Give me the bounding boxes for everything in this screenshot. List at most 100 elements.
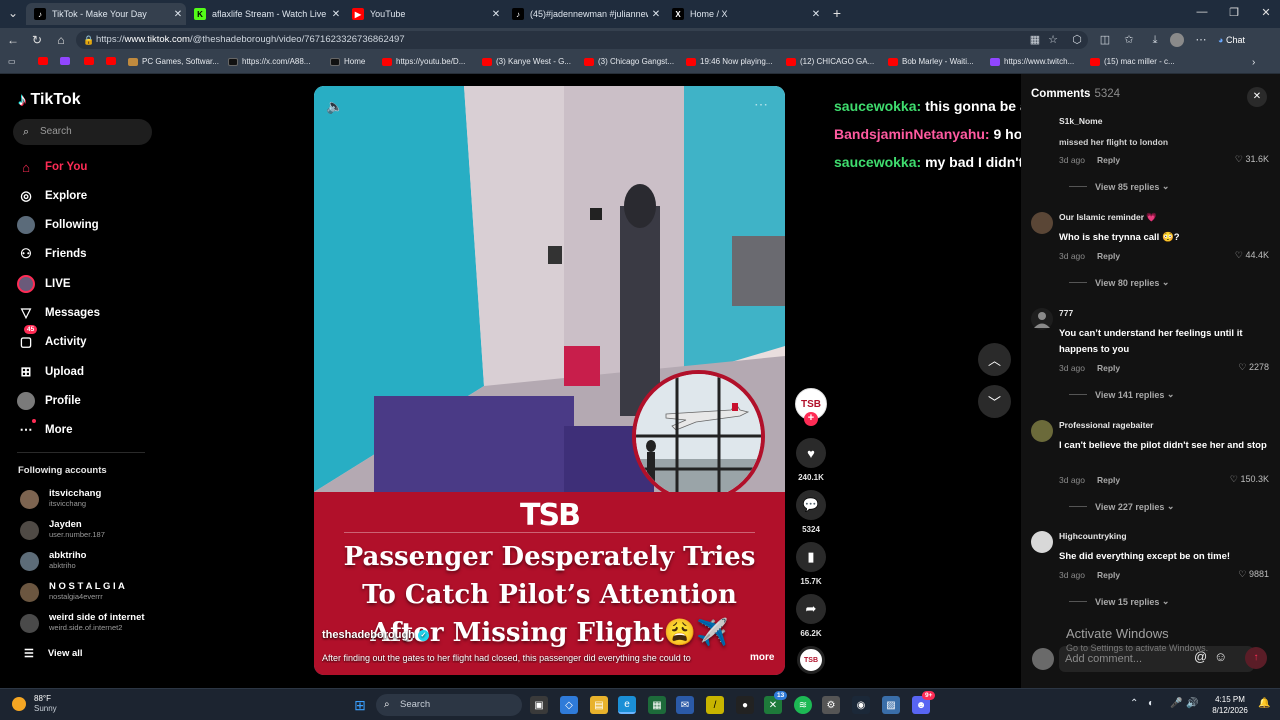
bookmark-item[interactable]: PC Games, Softwar... bbox=[128, 57, 219, 66]
tab-youtube[interactable]: ▶ YouTube ✕ bbox=[344, 3, 504, 25]
clock[interactable]: 4:15 PM 8/12/2026 bbox=[1208, 694, 1252, 716]
file-explorer-icon[interactable]: ▤ bbox=[590, 696, 608, 714]
tab-kick[interactable]: K aflaxlife Stream - Watch Live on Ki ✕ bbox=[186, 3, 344, 25]
view-all-link[interactable]: ☰ View all bbox=[24, 647, 83, 660]
close-tab-icon[interactable]: ✕ bbox=[328, 9, 344, 20]
browser-menu-icon[interactable]: ⋯ bbox=[1194, 33, 1208, 47]
nav-live[interactable]: LIVE bbox=[17, 274, 71, 294]
reply-button[interactable]: Reply bbox=[1097, 570, 1120, 580]
obs-icon[interactable]: ● bbox=[736, 696, 754, 714]
comment-like[interactable]: ♡ 31.6K bbox=[1235, 154, 1269, 165]
comment-like[interactable]: ♡ 2278 bbox=[1238, 362, 1269, 373]
reply-button[interactable]: Reply bbox=[1097, 251, 1120, 261]
task-view-icon[interactable]: ▣ bbox=[530, 696, 548, 714]
avatar[interactable] bbox=[1031, 212, 1053, 234]
nav-explore[interactable]: ◎ Explore bbox=[17, 186, 87, 206]
tiktok-logo[interactable]: ♪ TikTok bbox=[18, 90, 81, 110]
nav-for-you[interactable]: ⌂ For You bbox=[17, 157, 87, 177]
nav-more[interactable]: ⋯ More bbox=[17, 419, 72, 440]
photos-icon[interactable]: ▨ bbox=[882, 696, 900, 714]
nav-activity[interactable]: ▢ 45 Activity bbox=[17, 325, 87, 352]
favorites-icon[interactable]: ✩ bbox=[1122, 33, 1136, 47]
bookmark-item[interactable]: (3) Kanye West - G... bbox=[482, 57, 571, 66]
mail-icon[interactable]: ✉ bbox=[676, 696, 694, 714]
comment-user[interactable]: S1k_Nome bbox=[1059, 116, 1102, 126]
volume-icon[interactable]: 🔊 bbox=[1186, 698, 1198, 709]
xbox-icon[interactable]: ✕ 13 bbox=[764, 691, 788, 714]
video-player[interactable]: 🔈 ⋯ TSB Passenger Desperately Tries To C… bbox=[314, 86, 785, 675]
copilot-chat-button[interactable]: ◕ Chat bbox=[1218, 33, 1268, 47]
nav-profile[interactable]: Profile bbox=[17, 391, 81, 411]
reply-button[interactable]: Reply bbox=[1097, 155, 1120, 165]
close-tab-icon[interactable]: ✕ bbox=[170, 9, 186, 20]
bookmark-item[interactable]: https://youtu.be/D... bbox=[382, 57, 465, 66]
previous-video-button[interactable]: ︿ bbox=[978, 343, 1011, 376]
view-replies[interactable]: View 85 replies ⌄ bbox=[1069, 181, 1169, 192]
more-button[interactable]: more bbox=[750, 652, 774, 663]
edge-icon[interactable]: e bbox=[618, 696, 636, 714]
avatar[interactable] bbox=[1031, 531, 1053, 553]
bookmarks-overflow-icon[interactable]: › bbox=[1252, 57, 1255, 68]
nav-messages[interactable]: ▽ Messages bbox=[17, 303, 100, 323]
app-icon[interactable]: ▦ bbox=[1028, 33, 1042, 47]
home-icon[interactable]: ⌂ bbox=[52, 32, 70, 48]
settings-gear-icon[interactable]: ⚙ bbox=[822, 696, 840, 714]
bookmark-youtube-3[interactable] bbox=[106, 57, 120, 65]
tab-x[interactable]: X Home / X ✕ bbox=[664, 3, 824, 25]
minimize-icon[interactable]: — bbox=[1190, 6, 1214, 18]
split-screen-icon[interactable]: ◫ bbox=[1098, 33, 1112, 47]
bookmark-item[interactable]: (12) CHICAGO GA... bbox=[786, 57, 874, 66]
copilot-icon[interactable]: ◇ bbox=[560, 696, 578, 714]
taskbar-search[interactable]: ⌕ Search bbox=[376, 694, 522, 716]
comment-button[interactable]: 💬 5324 bbox=[796, 490, 826, 534]
comment-like[interactable]: ♡ 150.3K bbox=[1230, 474, 1269, 485]
view-replies[interactable]: View 15 replies ⌄ bbox=[1069, 596, 1169, 607]
bookmark-item[interactable]: (15) mac miller - c... bbox=[1090, 57, 1175, 66]
downloads-icon[interactable]: ⤓ bbox=[1148, 33, 1162, 47]
bookmark-item[interactable]: https://x.com/A88... bbox=[228, 57, 310, 66]
view-replies[interactable]: View 227 replies ⌄ bbox=[1069, 501, 1174, 512]
following-account[interactable]: abktriho abktriho bbox=[20, 549, 86, 573]
close-window-icon[interactable]: ✕ bbox=[1254, 6, 1278, 19]
close-tab-icon[interactable]: ✕ bbox=[648, 9, 664, 20]
store-icon[interactable]: ▦ bbox=[648, 696, 666, 714]
send-button[interactable]: ↑ bbox=[1245, 647, 1267, 669]
maximize-icon[interactable]: ❐ bbox=[1222, 6, 1246, 19]
emoji-icon[interactable]: ☺ bbox=[1214, 649, 1227, 664]
new-tab-icon[interactable]: + bbox=[828, 5, 846, 21]
save-button[interactable]: ▮ 15.7K bbox=[796, 542, 826, 586]
close-tab-icon[interactable]: ✕ bbox=[808, 9, 824, 20]
follow-plus-icon[interactable]: + bbox=[804, 412, 818, 426]
tray-overflow-icon[interactable]: ⌃ bbox=[1130, 698, 1138, 709]
steam-icon[interactable]: ◉ bbox=[852, 696, 870, 714]
notifications-icon[interactable]: 🔔 bbox=[1258, 698, 1270, 709]
following-account[interactable]: itsvicchang itsvicchang bbox=[20, 487, 101, 511]
bookmark-item[interactable]: Bob Marley - Waiti... bbox=[888, 57, 974, 66]
reply-button[interactable]: Reply bbox=[1097, 363, 1120, 373]
following-account[interactable]: N O S T A L G I Anostalgia4everrr bbox=[20, 580, 125, 604]
video-menu-icon[interactable]: ⋯ bbox=[754, 96, 768, 113]
volume-icon[interactable]: 🔈 bbox=[326, 98, 343, 115]
next-video-button[interactable]: ﹀ bbox=[978, 385, 1011, 418]
comment-user[interactable]: Professional ragebaiter bbox=[1059, 420, 1153, 430]
comment-user[interactable]: Our Islamic reminder 💗 bbox=[1059, 212, 1157, 223]
nav-upload[interactable]: ⊞ Upload bbox=[17, 362, 84, 382]
avatar[interactable] bbox=[1031, 420, 1053, 442]
spotify-icon[interactable]: ≋ bbox=[794, 696, 812, 714]
extension-icon[interactable]: ⬡ bbox=[1070, 33, 1084, 47]
bookmark-twitch[interactable] bbox=[60, 57, 74, 65]
bookmark-youtube-2[interactable] bbox=[84, 57, 98, 65]
search-input[interactable]: ⌕ Search bbox=[13, 119, 152, 145]
following-account[interactable]: Jayden user.number.187 bbox=[20, 518, 105, 542]
url-input[interactable]: 🔒 https://www.tiktok.com/@theshadeboroug… bbox=[76, 31, 1088, 49]
comment-user[interactable]: Highcountryking bbox=[1059, 531, 1127, 541]
bookmark-item[interactable]: Home bbox=[330, 57, 365, 66]
comment-like[interactable]: ♡ 44.4K bbox=[1235, 250, 1269, 261]
start-icon[interactable]: ⊞ bbox=[351, 696, 369, 714]
share-button[interactable]: ➦ 66.2K bbox=[796, 594, 826, 638]
video-author[interactable]: theshadeborough ✓ bbox=[322, 629, 429, 641]
reply-button[interactable]: Reply bbox=[1097, 475, 1120, 485]
back-icon[interactable]: ← bbox=[4, 32, 22, 48]
tab-tiktok[interactable]: ♪ TikTok - Make Your Day ✕ bbox=[26, 3, 186, 25]
reading-list-icon[interactable]: ▭ bbox=[8, 57, 16, 66]
